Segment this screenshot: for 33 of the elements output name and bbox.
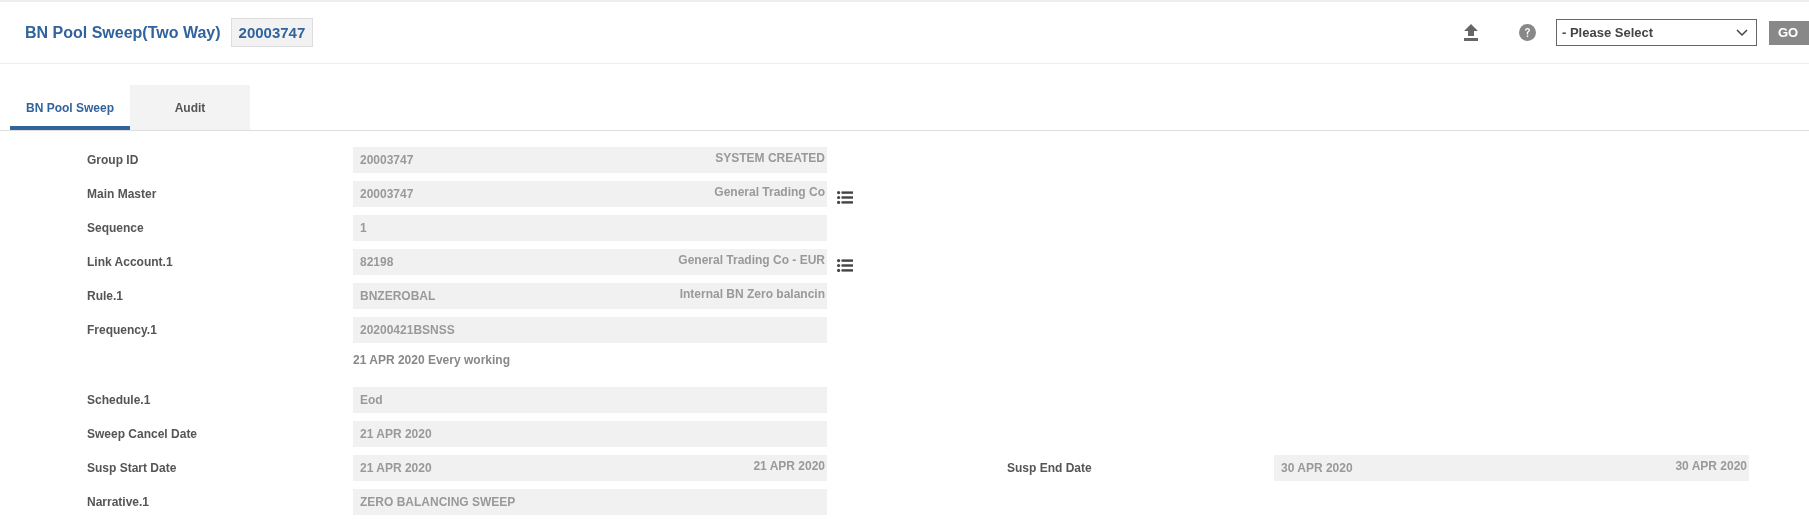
list-icon[interactable] [837,191,853,204]
text-field[interactable]: 1 [353,215,827,241]
go-button[interactable]: GO [1769,20,1809,45]
select-dropdown[interactable]: - Please Select [1556,19,1757,46]
text-field[interactable]: 20003747 General Trading Co [353,181,827,207]
text-field[interactable]: 20200421BSNSS [353,317,827,343]
field-label: Rule.1 [87,288,124,305]
text-field[interactable]: Eod [353,387,827,413]
field-label: Sequence [87,220,145,237]
tab[interactable]: Audit [130,85,250,130]
text-field[interactable]: 30 APR 2020 30 APR 2020 [1274,455,1749,481]
field-label: Susp End Date [1007,460,1093,477]
chevron-down-icon [1736,28,1748,37]
field-label: Narrative.1 [87,494,151,511]
help-icon[interactable] [1519,24,1536,41]
text-field[interactable]: ZERO BALANCING SWEEP [353,489,827,515]
text-field[interactable]: BNZEROBAL Internal BN Zero balancin [353,283,827,309]
field-label: Frequency.1 [87,322,158,339]
list-icon[interactable] [837,259,853,272]
field-label: Group ID [87,152,140,169]
upload-icon[interactable] [1463,24,1479,41]
field-note: 21 APR 2020 Every working [353,353,511,369]
text-field[interactable]: 20003747 SYSTEM CREATED [353,147,827,173]
field-label: Susp Start Date [87,460,178,477]
text-field[interactable]: 21 APR 2020 21 APR 2020 [353,455,827,481]
field-label: Schedule.1 [87,392,152,409]
page-title: BN Pool Sweep(Two Way) [25,23,221,42]
text-field[interactable]: 21 APR 2020 [353,421,827,447]
field-label: Link Account.1 [87,254,174,271]
record-id: 20003747 [230,18,314,47]
text-field[interactable]: 82198 General Trading Co - EUR [353,249,827,275]
field-label: Main Master [87,186,158,203]
field-label: Sweep Cancel Date [87,426,199,443]
